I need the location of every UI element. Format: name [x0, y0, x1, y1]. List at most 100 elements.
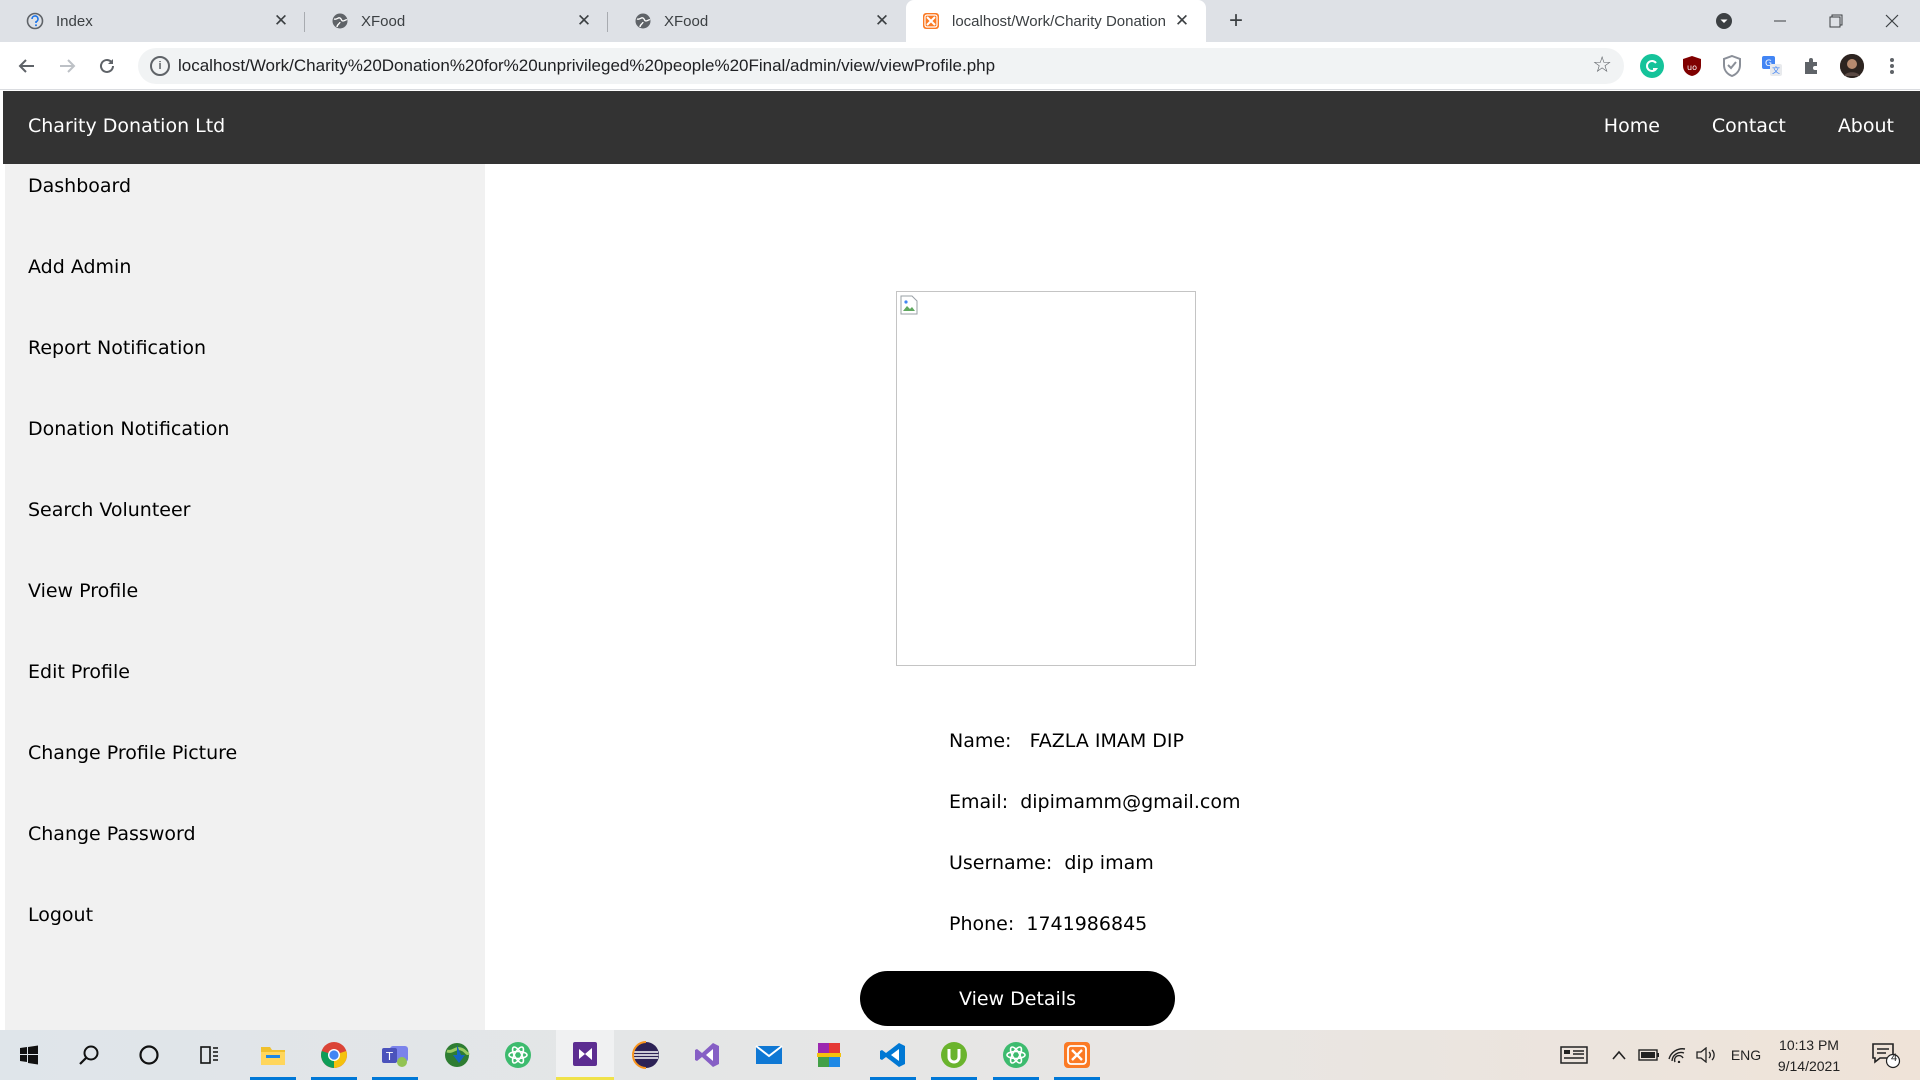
notification-center-icon[interactable]: 4 — [1866, 1030, 1906, 1080]
profile-avatar-icon[interactable] — [1840, 54, 1864, 78]
atom-app-icon-2[interactable] — [987, 1030, 1045, 1080]
clock-time: 10:13 PM — [1779, 1037, 1839, 1053]
site-info-icon[interactable]: i — [150, 56, 170, 76]
view-details-button[interactable]: View Details — [860, 971, 1175, 1026]
globe-info-icon — [26, 12, 44, 30]
site-brand[interactable]: Charity Donation Ltd — [28, 115, 225, 137]
visual-studio-purple-icon[interactable] — [556, 1030, 614, 1080]
sidebar-item-change-profile-picture[interactable]: Change Profile Picture — [28, 742, 237, 764]
restore-icon[interactable] — [1808, 0, 1864, 42]
xampp-icon — [922, 12, 940, 30]
broken-image-icon — [900, 295, 918, 315]
name-value: FAZLA IMAM DIP — [1029, 730, 1184, 752]
email-label: Email: — [949, 791, 1009, 813]
minimize-icon[interactable] — [1752, 0, 1808, 42]
sidebar-item-logout[interactable]: Logout — [28, 904, 93, 926]
url-text: localhost/Work/Charity%20Donation%20for%… — [178, 56, 996, 75]
nav-home-link[interactable]: Home — [1578, 91, 1686, 164]
sidebar-item-view-profile[interactable]: View Profile — [28, 580, 138, 602]
profile-email-row: Email: dipimamm@gmail.com — [949, 791, 1240, 813]
phone-label: Phone: — [949, 913, 1015, 935]
window-controls — [1696, 0, 1920, 42]
globe-icon — [331, 12, 349, 30]
mail-icon[interactable] — [740, 1030, 798, 1080]
search-icon[interactable] — [60, 1030, 118, 1080]
shield-icon[interactable] — [1720, 54, 1744, 78]
browser-tab-strip: Index ✕ XFood ✕ XFood ✕ localhost/Work/C… — [0, 0, 1920, 42]
tab-title: XFood — [361, 12, 406, 30]
translate-icon[interactable]: G文 — [1760, 54, 1784, 78]
globe-icon — [634, 12, 652, 30]
email-value: dipimamm@gmail.com — [1020, 791, 1241, 813]
eclipse-icon[interactable] — [617, 1030, 675, 1080]
tab-title: XFood — [664, 12, 709, 30]
file-explorer-icon[interactable] — [244, 1030, 302, 1080]
sidebar-item-edit-profile[interactable]: Edit Profile — [28, 661, 130, 683]
close-tab-icon[interactable]: ✕ — [1172, 11, 1192, 31]
navbar-links: Home Contact About — [1578, 91, 1920, 164]
name-label: Name: — [949, 730, 1012, 752]
chrome-icon[interactable] — [305, 1030, 363, 1080]
forward-arrow-icon[interactable] — [52, 51, 82, 81]
utorrent-icon[interactable] — [925, 1030, 983, 1080]
address-bar[interactable]: i localhost/Work/Charity%20Donation%20fo… — [138, 48, 1624, 84]
sidebar-item-report-notification[interactable]: Report Notification — [28, 337, 206, 359]
task-view-icon[interactable] — [180, 1030, 238, 1080]
action-keyboard-icon[interactable] — [1554, 1030, 1594, 1080]
username-value: dip imam — [1064, 852, 1154, 874]
idm-globe-icon[interactable] — [428, 1030, 486, 1080]
svg-text:文: 文 — [1772, 65, 1780, 75]
site-navbar: Charity Donation Ltd Home Contact About — [3, 91, 1920, 164]
close-window-icon[interactable] — [1864, 0, 1920, 42]
profile-name-row: Name: FAZLA IMAM DIP — [949, 730, 1184, 752]
xampp-icon[interactable] — [1048, 1030, 1106, 1080]
sidebar-item-donation-notification[interactable]: Donation Notification — [28, 418, 229, 440]
tab-xfood-2[interactable]: XFood ✕ — [608, 0, 906, 42]
battery-icon[interactable] — [1636, 1030, 1662, 1080]
tab-title: Index — [56, 12, 93, 30]
language-indicator[interactable]: ENG — [1726, 1030, 1766, 1080]
show-hidden-icons-chevron-icon[interactable] — [1606, 1030, 1632, 1080]
vscode-icon[interactable] — [864, 1030, 922, 1080]
sidebar-item-dashboard[interactable]: Dashboard — [28, 175, 131, 197]
tab-xfood-1[interactable]: XFood ✕ — [305, 0, 608, 42]
svg-text:uo: uo — [1687, 63, 1697, 72]
atom-app-icon[interactable] — [489, 1030, 547, 1080]
visual-studio-icon[interactable] — [678, 1030, 736, 1080]
browser-toolbar: i localhost/Work/Charity%20Donation%20fo… — [0, 42, 1920, 90]
taskbar-clock[interactable]: 10:13 PM 9/14/2021 — [1764, 1035, 1854, 1077]
profile-phone-row: Phone: 1741986845 — [949, 913, 1147, 935]
reload-icon[interactable] — [92, 51, 122, 81]
cortana-icon[interactable] — [120, 1030, 178, 1080]
ublock-icon[interactable]: uo — [1680, 54, 1704, 78]
tab-charity-donation[interactable]: localhost/Work/Charity Donation ✕ — [906, 0, 1206, 42]
page-content: Charity Donation Ltd Home Contact About … — [0, 91, 1920, 1030]
extensions-puzzle-icon[interactable] — [1800, 54, 1824, 78]
sidebar-item-search-volunteer[interactable]: Search Volunteer — [28, 499, 190, 521]
close-tab-icon[interactable]: ✕ — [872, 11, 892, 31]
tab-index[interactable]: Index ✕ — [0, 0, 305, 42]
grammarly-icon[interactable] — [1640, 54, 1664, 78]
chrome-menu-icon[interactable] — [1880, 54, 1904, 78]
clock-date: 9/14/2021 — [1777, 1058, 1841, 1074]
nav-about-link[interactable]: About — [1812, 91, 1920, 164]
back-arrow-icon[interactable] — [12, 51, 42, 81]
tab-search-icon[interactable] — [1696, 0, 1752, 42]
svg-text:T: T — [385, 1050, 393, 1063]
wifi-icon[interactable] — [1664, 1030, 1690, 1080]
windows-taskbar: T ENG 10:13 PM 9/14/2021 4 — [0, 1030, 1920, 1080]
winrar-icon[interactable] — [800, 1030, 858, 1080]
new-tab-button[interactable]: + — [1223, 7, 1249, 34]
volume-icon[interactable] — [1694, 1030, 1720, 1080]
sidebar-item-add-admin[interactable]: Add Admin — [28, 256, 131, 278]
teams-icon[interactable]: T — [366, 1030, 424, 1080]
windows-start-icon[interactable] — [0, 1030, 58, 1080]
nav-contact-link[interactable]: Contact — [1686, 91, 1812, 164]
bookmark-star-icon[interactable]: ☆ — [1592, 53, 1612, 78]
profile-username-row: Username: dip imam — [949, 852, 1154, 874]
close-tab-icon[interactable]: ✕ — [574, 11, 594, 31]
username-label: Username: — [949, 852, 1053, 874]
sidebar-item-change-password[interactable]: Change Password — [28, 823, 196, 845]
close-tab-icon[interactable]: ✕ — [271, 11, 291, 31]
tab-title: localhost/Work/Charity Donation — [952, 12, 1166, 30]
